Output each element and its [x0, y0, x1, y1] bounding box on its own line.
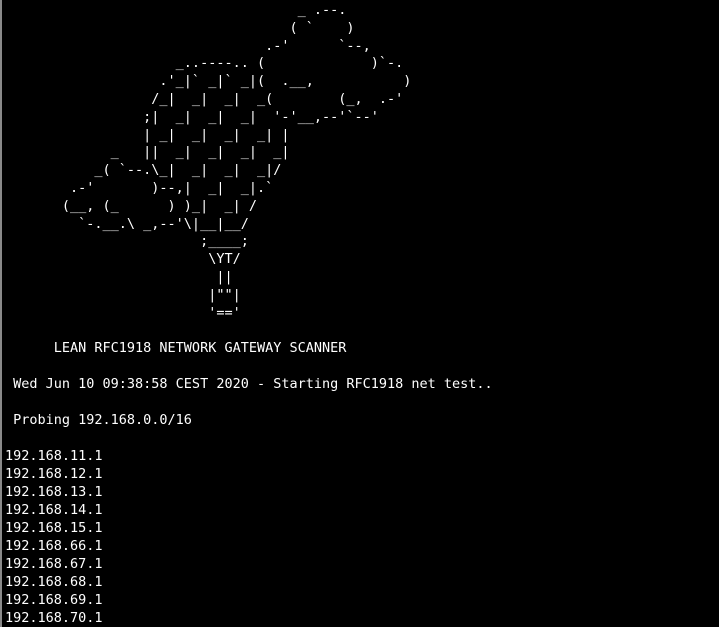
- result-line: 192.168.11.1: [5, 448, 103, 464]
- result-line: 192.168.67.1: [5, 556, 103, 572]
- scanner-title: LEAN RFC1918 NETWORK GATEWAY SCANNER: [5, 340, 347, 356]
- result-line: 192.168.69.1: [5, 592, 103, 608]
- result-line: 192.168.12.1: [5, 466, 103, 482]
- ascii-art-balloon: _ .--. ( ` ) .-' `--, _..----.. ( )`-. .…: [61, 2, 412, 321]
- start-status-line: Wed Jun 10 09:38:58 CEST 2020 - Starting…: [5, 376, 493, 392]
- result-line: 192.168.68.1: [5, 574, 103, 590]
- result-line: 192.168.14.1: [5, 502, 103, 518]
- probe-status-line: Probing 192.168.0.0/16: [5, 412, 192, 428]
- terminal-window[interactable]: _ .--. ( ` ) .-' `--, _..----.. ( )`-. .…: [0, 0, 719, 627]
- result-line: 192.168.13.1: [5, 484, 103, 500]
- result-line: 192.168.66.1: [5, 538, 103, 554]
- result-line: 192.168.15.1: [5, 520, 103, 536]
- result-line: 192.168.70.1: [5, 610, 103, 626]
